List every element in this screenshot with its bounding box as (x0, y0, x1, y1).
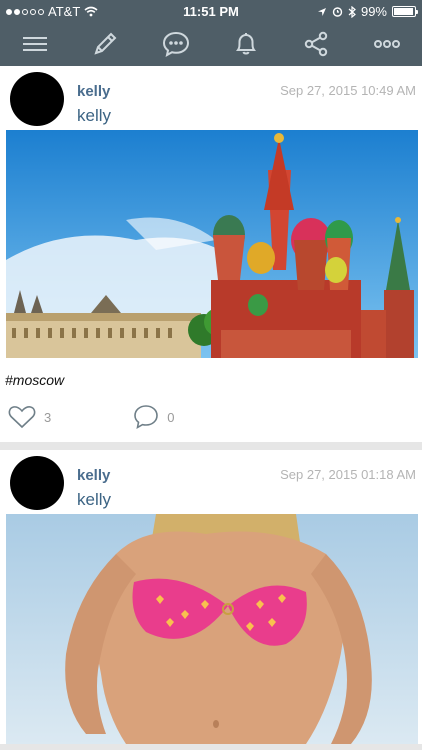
post-card: kelly kelly Sep 27, 2015 10:49 AM #mosco… (0, 66, 422, 442)
menu-button[interactable] (18, 27, 52, 61)
messages-button[interactable] (159, 27, 193, 61)
status-bar: AT&T 11:51 PM 99% (0, 0, 422, 22)
post-card: kelly kelly Sep 27, 2015 01:18 AM (0, 450, 422, 744)
compose-button[interactable] (88, 27, 122, 61)
post-photo[interactable] (6, 514, 418, 744)
chat-bubble-icon (162, 31, 189, 57)
heart-icon (8, 406, 36, 429)
post-display-name: kelly (77, 490, 112, 509)
menu-icon (23, 37, 48, 51)
toolbar (0, 22, 422, 66)
notifications-button[interactable] (229, 27, 263, 61)
post-header: kelly kelly Sep 27, 2015 10:49 AM (0, 66, 422, 130)
post-photo[interactable] (6, 130, 418, 358)
like-count: 3 (44, 409, 52, 425)
bluetooth-icon (348, 5, 356, 18)
more-button[interactable] (370, 27, 404, 61)
post-timestamp: Sep 27, 2015 01:18 AM (280, 467, 416, 482)
share-button[interactable] (299, 27, 333, 61)
post-header: kelly kelly Sep 27, 2015 01:18 AM (0, 450, 422, 514)
feed[interactable]: kelly kelly Sep 27, 2015 10:49 AM #mosco… (0, 66, 422, 750)
like-button[interactable]: 3 (8, 405, 51, 429)
post-timestamp: Sep 27, 2015 10:49 AM (280, 83, 416, 98)
avatar[interactable] (10, 456, 64, 510)
post-display-name: kelly (77, 106, 112, 125)
bell-icon (236, 33, 257, 55)
battery-icon (392, 6, 418, 17)
comment-count: 0 (167, 409, 175, 425)
alarm-clock-icon (332, 7, 343, 17)
top-bar: AT&T 11:51 PM 99% (0, 0, 422, 66)
avatar[interactable] (10, 72, 64, 126)
battery-percent: 99% (360, 4, 387, 19)
post-actions: 3 0 (0, 392, 422, 442)
more-icon (373, 40, 400, 48)
post-username[interactable]: kelly (77, 467, 110, 484)
comment-button[interactable]: 0 (133, 404, 174, 430)
share-icon (305, 31, 328, 57)
post-caption: #moscow (5, 372, 65, 388)
comment-icon (134, 405, 159, 430)
location-arrow-icon (317, 7, 326, 16)
post-username[interactable]: kelly (77, 83, 110, 100)
pencil-icon (94, 32, 117, 55)
